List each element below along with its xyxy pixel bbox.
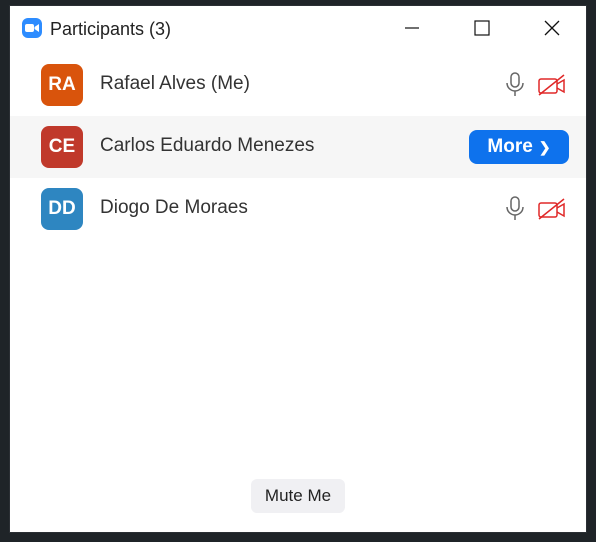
- participant-row[interactable]: CE Carlos Eduardo Menezes More ❯: [10, 116, 586, 178]
- participants-window: Participants (3) RA Rafael Alves (Me) CE…: [10, 6, 586, 532]
- minimize-button[interactable]: [392, 14, 432, 42]
- microphone-icon[interactable]: [505, 196, 525, 222]
- zoom-app-icon: [22, 18, 42, 38]
- participants-list: RA Rafael Alves (Me) CE Carlos Eduardo M…: [10, 54, 586, 240]
- participant-name: Carlos Eduardo Menezes: [100, 135, 315, 156]
- more-button[interactable]: More ❯: [469, 130, 569, 164]
- chevron-right-icon: ❯: [538, 139, 551, 155]
- avatar: DD: [41, 188, 83, 230]
- microphone-icon[interactable]: [505, 72, 525, 98]
- participant-name: Diogo De Moraes: [100, 197, 248, 218]
- participant-row[interactable]: DD Diogo De Moraes: [10, 178, 586, 240]
- participant-row[interactable]: RA Rafael Alves (Me): [10, 54, 586, 116]
- more-button-label: More: [487, 136, 533, 157]
- close-button[interactable]: [532, 14, 572, 42]
- title-bar[interactable]: Participants (3): [10, 6, 586, 52]
- mute-me-button[interactable]: Mute Me: [251, 479, 345, 513]
- maximize-button[interactable]: [462, 14, 502, 42]
- video-off-icon[interactable]: [537, 73, 567, 97]
- window-title: Participants (3): [50, 19, 172, 39]
- participant-name: Rafael Alves (Me): [100, 73, 250, 94]
- avatar: CE: [41, 126, 83, 168]
- video-off-icon[interactable]: [537, 197, 567, 221]
- avatar: RA: [41, 64, 83, 106]
